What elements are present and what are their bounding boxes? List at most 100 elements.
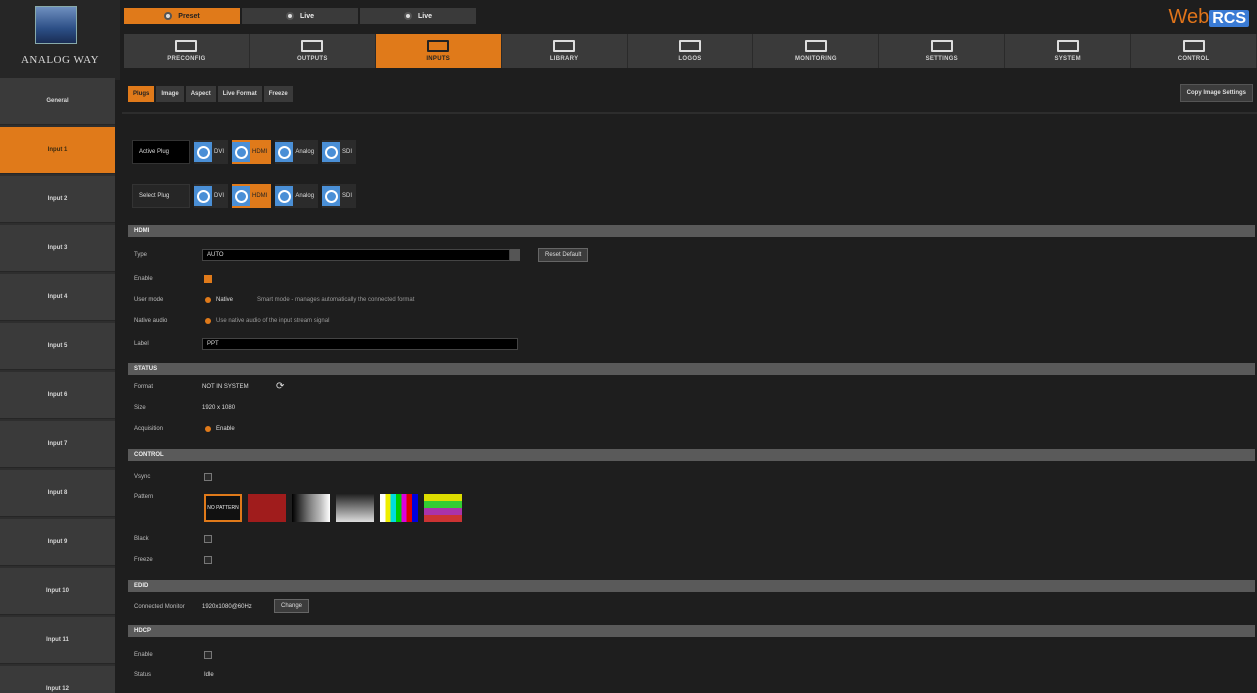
plug-icon <box>322 186 341 206</box>
hdcp-enable-checkbox[interactable] <box>204 651 212 659</box>
mode-live-1[interactable]: Live <box>242 8 358 24</box>
monitoring-icon <box>804 40 827 52</box>
tab-library[interactable]: LIBRARY <box>501 34 628 68</box>
active-plug-row: Active Plug DVI HDMI Analog SDI <box>132 138 357 166</box>
section-hdcp: HDCP <box>128 625 1255 637</box>
sidebar: General Input 1 Input 2 Input 3 Input 4 … <box>0 78 115 693</box>
sidebar-item-input-9[interactable]: Input 9 <box>0 519 115 566</box>
freeze-label: Freeze <box>134 557 153 563</box>
sidebar-item-input-2[interactable]: Input 2 <box>0 176 115 223</box>
format-label: Format <box>134 384 154 390</box>
sidebar-item-input-4[interactable]: Input 4 <box>0 274 115 321</box>
chevron-down-icon[interactable] <box>510 249 520 261</box>
main-panel: Plugs Image Aspect Live Format Freeze Co… <box>122 78 1257 693</box>
tab-outputs[interactable]: OUTPUTS <box>249 34 376 68</box>
gear-icon <box>1182 40 1205 52</box>
pattern-horizontal-bars[interactable] <box>424 494 462 522</box>
inputs-icon <box>427 40 450 52</box>
freeze-checkbox[interactable] <box>204 556 212 564</box>
sidebar-item-input-12[interactable]: Input 12 <box>0 666 115 693</box>
plug-icon <box>232 142 251 162</box>
sidebar-item-input-10[interactable]: Input 10 <box>0 568 115 615</box>
enable-checkbox[interactable] <box>204 275 212 283</box>
mode-dot-icon <box>164 12 173 20</box>
analog-way-logo: ANALOG WAY <box>0 0 120 80</box>
subtab-live-format[interactable]: Live Format <box>217 86 262 102</box>
sidebar-item-input-7[interactable]: Input 7 <box>0 421 115 468</box>
hdcp-status-label: Status <box>134 672 152 678</box>
preconfig-icon <box>175 40 198 52</box>
type-field[interactable]: AUTO <box>202 249 510 261</box>
select-plug-label: Select Plug <box>132 184 190 208</box>
tab-system[interactable]: SYSTEM <box>1005 34 1132 68</box>
tab-preconfig[interactable]: PRECONFIG <box>124 34 250 68</box>
library-icon <box>553 40 576 52</box>
label-label: Label <box>134 341 149 347</box>
sidebar-item-input-6[interactable]: Input 6 <box>0 372 115 419</box>
tab-logos[interactable]: LOGOS <box>627 34 754 68</box>
black-checkbox[interactable] <box>204 535 212 543</box>
section-hdmi: HDMI <box>128 225 1255 237</box>
pattern-red[interactable] <box>248 494 286 522</box>
sidebar-item-input-3[interactable]: Input 3 <box>0 225 115 272</box>
subtab-freeze[interactable]: Freeze <box>263 86 293 102</box>
plug-hdmi[interactable]: HDMI <box>232 184 272 208</box>
outputs-icon <box>301 40 324 52</box>
native-audio-label: Native audio <box>134 318 168 324</box>
plug-icon <box>232 186 251 206</box>
sidebar-item-input-1[interactable]: Input 1 <box>0 127 115 174</box>
plug-hdmi[interactable]: HDMI <box>232 140 272 164</box>
pattern-color-bars[interactable] <box>380 494 418 522</box>
pattern-gradient[interactable] <box>336 494 374 522</box>
mode-preset[interactable]: Preset <box>124 8 240 24</box>
tab-inputs[interactable]: INPUTS <box>375 34 502 68</box>
tab-settings[interactable]: SETTINGS <box>879 34 1006 68</box>
section-control: CONTROL <box>128 449 1255 461</box>
plug-dvi[interactable]: DVI <box>194 140 229 164</box>
connected-monitor-value: 1920x1080@60Hz <box>202 604 252 610</box>
plug-icon <box>194 142 212 162</box>
vsync-checkbox[interactable] <box>204 473 212 481</box>
sidebar-item-input-11[interactable]: Input 11 <box>0 617 115 664</box>
copy-image-settings-button[interactable]: Copy Image Settings <box>1179 84 1253 102</box>
select-plug-row: Select Plug DVI HDMI Analog SDI <box>132 182 357 210</box>
plug-analog[interactable]: Analog <box>275 184 319 208</box>
native-audio-radio[interactable] <box>205 318 211 324</box>
active-plug-label: Active Plug <box>132 140 190 164</box>
plug-sdi[interactable]: SDI <box>322 184 357 208</box>
subtab-plugs[interactable]: Plugs <box>128 86 155 102</box>
tab-monitoring[interactable]: MONITORING <box>753 34 880 68</box>
plug-sdi[interactable]: SDI <box>322 140 357 164</box>
section-status: STATUS <box>128 363 1255 375</box>
logo-mark-icon <box>35 6 77 44</box>
tab-control[interactable]: CONTROL <box>1131 34 1257 68</box>
subtab-aspect[interactable]: Aspect <box>185 86 216 102</box>
pattern-grey-steps[interactable] <box>292 494 330 522</box>
mode-live-2[interactable]: Live <box>360 8 476 24</box>
user-mode-radio[interactable] <box>205 297 211 303</box>
native-audio-description: Use native audio of the input stream sig… <box>216 318 330 324</box>
plug-analog[interactable]: Analog <box>275 140 319 164</box>
black-label: Black <box>134 536 149 542</box>
sub-tabs: Plugs Image Aspect Live Format Freeze <box>128 86 293 102</box>
mode-dot-icon <box>403 12 412 20</box>
main-tabs: PRECONFIG OUTPUTS INPUTS LIBRARY LOGOS M… <box>124 34 1257 68</box>
pattern-label: Pattern <box>134 494 154 500</box>
type-label: Type <box>134 252 148 258</box>
reset-default-button[interactable]: Reset Default <box>538 248 589 262</box>
plug-dvi[interactable]: DVI <box>194 184 229 208</box>
acquisition-label: Acquisition <box>134 426 164 432</box>
pattern-none[interactable]: NO PATTERN <box>204 494 242 522</box>
format-value: NOT IN SYSTEM <box>202 384 249 390</box>
user-mode-label: User mode <box>134 297 164 303</box>
refresh-icon[interactable]: ⟳ <box>276 381 284 392</box>
sidebar-item-input-5[interactable]: Input 5 <box>0 323 115 370</box>
label-field[interactable]: PPT <box>202 338 518 350</box>
settings-icon <box>930 40 953 52</box>
sidebar-item-general[interactable]: General <box>0 78 115 125</box>
pattern-list: NO PATTERN <box>204 494 462 522</box>
subtab-image[interactable]: Image <box>156 86 184 102</box>
sidebar-item-input-8[interactable]: Input 8 <box>0 470 115 517</box>
acquisition-value: Enable <box>216 426 235 432</box>
change-edid-button[interactable]: Change <box>274 599 310 613</box>
